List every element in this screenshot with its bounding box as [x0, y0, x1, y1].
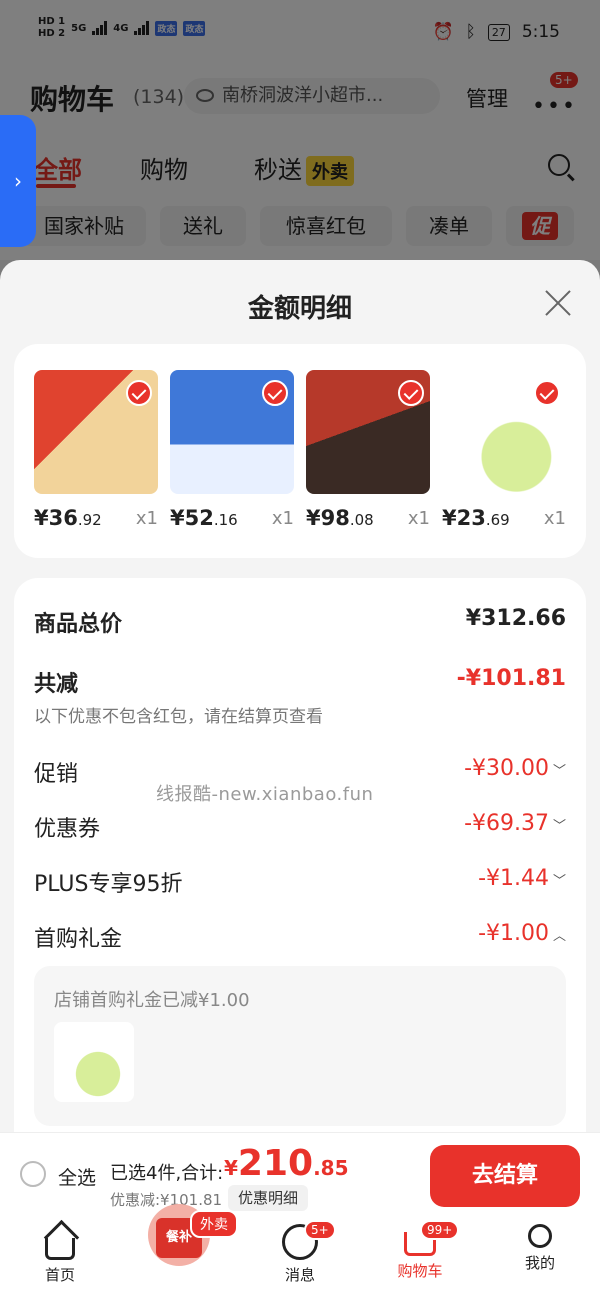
- item-qty: x1: [543, 508, 566, 529]
- watermark: 线报酷-new.xianbao.fun: [156, 784, 374, 805]
- item-4[interactable]: ¥23.69 x1: [442, 370, 566, 536]
- item-qty: x1: [271, 508, 294, 529]
- discount-detail-button[interactable]: 优惠明细: [228, 1185, 309, 1211]
- total-amount: ¥210.85: [224, 1143, 349, 1184]
- item-qty: x1: [407, 508, 430, 529]
- side-expand-handle[interactable]: ›: [0, 115, 36, 247]
- checkout-bar: 全选 已选4件,合计: ¥210.85 优惠减:¥101.81 优惠明细 去结算: [0, 1132, 600, 1216]
- reduce-label: 共减: [34, 672, 79, 697]
- item-price: ¥52.16: [170, 506, 238, 530]
- item-thumb: [306, 370, 430, 494]
- discount-first-value: -¥1.00: [478, 921, 549, 946]
- chevron-down-icon: ﹀: [552, 764, 566, 779]
- item-1[interactable]: ¥36.92 x1: [34, 370, 158, 536]
- waimai-badge: 外卖: [190, 1210, 238, 1238]
- discount-plus-value: -¥1.44: [478, 866, 549, 891]
- item-thumb: [170, 370, 294, 494]
- discount-promo-value: -¥30.00: [464, 756, 549, 781]
- nav-home[interactable]: 首页: [20, 1224, 100, 1285]
- bottom-tabbar: 首页 餐补 外卖 消息 5+ 购物车 99+ 我的: [0, 1204, 600, 1300]
- item-3[interactable]: ¥98.08 x1: [306, 370, 430, 536]
- check-icon[interactable]: [398, 380, 424, 406]
- nav-messages-label: 消息: [284, 1266, 315, 1284]
- discount-plus-label: PLUS专享95折: [34, 872, 183, 897]
- nav-home-label: 首页: [44, 1266, 75, 1284]
- message-badge: 5+: [304, 1220, 336, 1240]
- discount-promo-row[interactable]: -¥30.00 ﹀: [464, 756, 566, 781]
- selected-items-card: ¥36.92 x1 ¥52.16 x1 ¥98.08 x1 ¥23.69 x1: [14, 344, 586, 558]
- subtotal-value: ¥312.66: [465, 606, 566, 631]
- chevron-down-icon: ﹀: [552, 874, 566, 889]
- discount-promo-label: 促销: [34, 762, 79, 787]
- discount-coupon-row[interactable]: -¥69.37 ﹀: [464, 811, 566, 836]
- item-thumb: [442, 370, 566, 494]
- item-2[interactable]: ¥52.16 x1: [170, 370, 294, 536]
- home-icon: [45, 1238, 75, 1260]
- total-label: 已选4件,合计:: [110, 1163, 224, 1184]
- sheet-title: 金额明细: [247, 294, 352, 324]
- first-purchase-gift-box: 店铺首购礼金已减¥1.00: [34, 966, 566, 1126]
- select-all-label[interactable]: 全选: [58, 1163, 96, 1190]
- chevron-down-icon: ﹀: [552, 819, 566, 834]
- subtotal-label: 商品总价: [34, 612, 123, 637]
- check-icon[interactable]: [126, 380, 152, 406]
- check-icon[interactable]: [262, 380, 288, 406]
- item-thumb: [34, 370, 158, 494]
- cart-badge: 99+: [420, 1220, 460, 1240]
- gift-text: 店铺首购礼金已减¥1.00: [54, 990, 250, 1011]
- select-all-radio[interactable]: [20, 1161, 46, 1187]
- nav-me-label: 我的: [524, 1254, 555, 1272]
- item-price: ¥23.69: [442, 506, 510, 530]
- chevron-up-icon: ︿: [552, 929, 566, 944]
- nav-cart-label: 购物车: [397, 1262, 443, 1280]
- reduce-value: -¥101.81: [456, 666, 566, 691]
- close-icon[interactable]: [543, 288, 573, 318]
- discount-coupon-value: -¥69.37: [464, 811, 549, 836]
- checkout-button[interactable]: 去结算: [430, 1145, 580, 1207]
- check-icon[interactable]: [534, 380, 560, 406]
- gift-item-thumb: [54, 1022, 134, 1102]
- profile-icon: [528, 1224, 552, 1248]
- discount-first-label: 首购礼金: [34, 927, 123, 952]
- nav-me[interactable]: 我的: [500, 1224, 580, 1273]
- reduce-note: 以下优惠不包含红包，请在结算页查看: [34, 707, 323, 727]
- item-qty: x1: [135, 508, 158, 529]
- item-price: ¥36.92: [34, 506, 102, 530]
- discount-coupon-label: 优惠券: [34, 817, 101, 842]
- discount-plus-row[interactable]: -¥1.44 ﹀: [478, 866, 566, 891]
- item-price: ¥98.08: [306, 506, 374, 530]
- discount-first-row[interactable]: -¥1.00 ︿: [478, 921, 566, 946]
